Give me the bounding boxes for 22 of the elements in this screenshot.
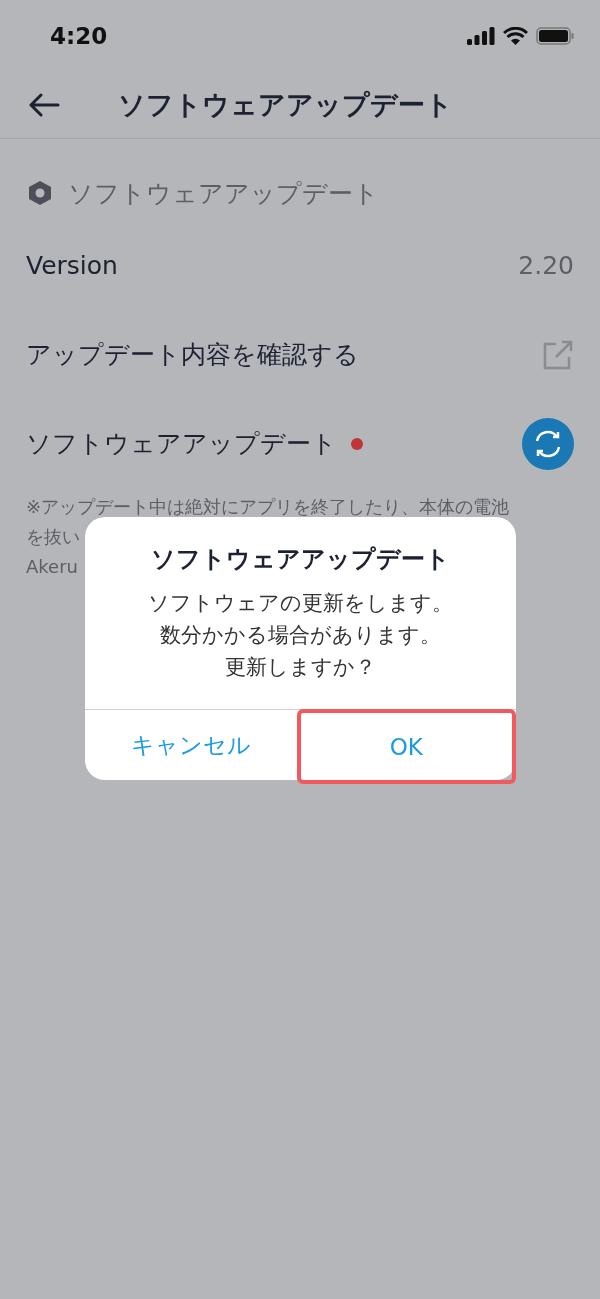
back-arrow-icon[interactable]	[28, 93, 60, 117]
refresh-button[interactable]	[522, 417, 574, 470]
dialog-message: 数分かかる場合があります。	[159, 622, 442, 649]
row-label: Version	[26, 251, 118, 280]
cancel-button[interactable]: キャンセル	[85, 710, 297, 780]
note-text: ※アップデート中は絶対にアプリを終了したり、本体の電池	[26, 495, 510, 519]
dialog-message: ソフトウェアの更新をします。	[148, 590, 453, 617]
status-time: 4:20	[50, 23, 108, 49]
version-value: 2.20	[518, 251, 574, 280]
note-text: を抜い	[26, 525, 80, 549]
row-label: ソフトウェアアップデート	[26, 428, 337, 460]
screen-title: ソフトウェアアップデート	[118, 88, 453, 122]
note-text: Akeru	[26, 555, 78, 579]
hexagon-nut-icon	[28, 180, 52, 206]
row-label: アップデート内容を確認する	[26, 339, 359, 371]
section-title: ソフトウェアアップデート	[68, 177, 379, 210]
dialog-title: ソフトウェアアップデート	[151, 544, 450, 575]
signal-icon	[467, 27, 495, 45]
battery-icon	[536, 27, 574, 45]
wifi-icon	[503, 27, 528, 45]
ok-button[interactable]: OK	[296, 709, 516, 784]
dialog-message: 更新しますか？	[224, 654, 377, 681]
